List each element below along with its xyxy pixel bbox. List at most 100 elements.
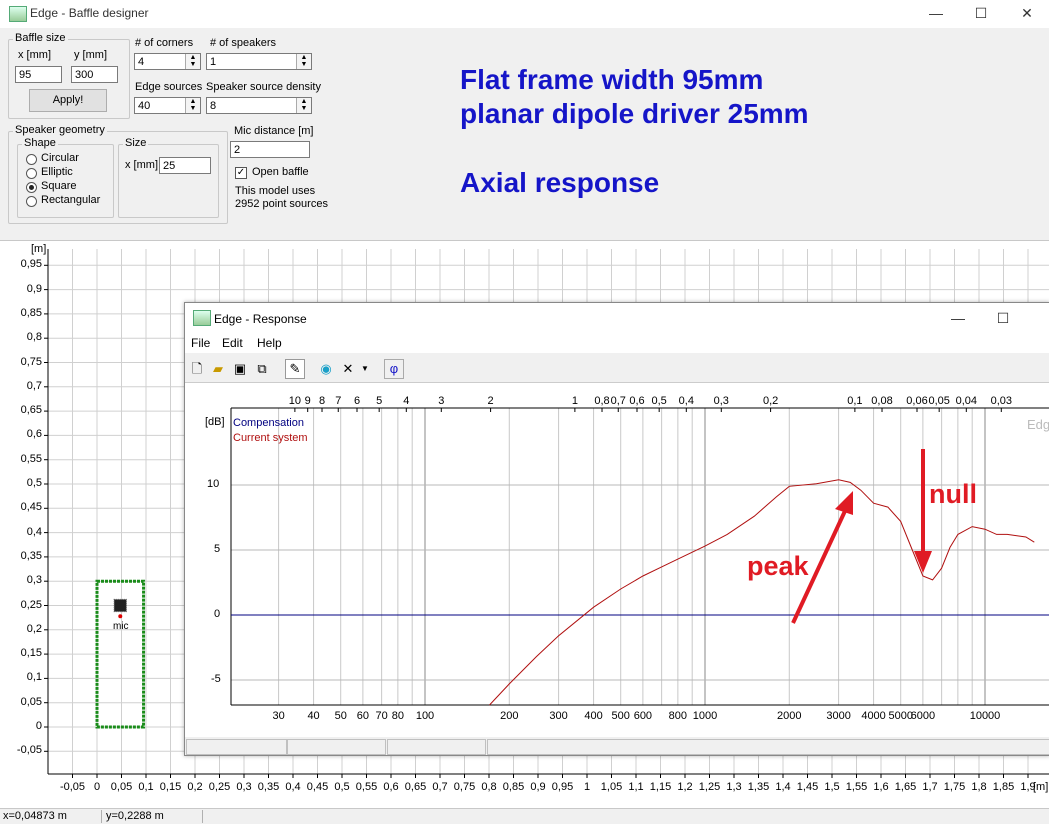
response-app-icon — [193, 310, 211, 326]
shape-radio-circular[interactable] — [26, 154, 37, 165]
x-tick-label: 0,5 — [334, 781, 350, 793]
wavelength-tick-label: 9 — [304, 395, 311, 407]
shape-elliptic-label: Elliptic — [41, 166, 73, 178]
freq-tick-label: 70 — [375, 710, 388, 722]
edge-sources-stepper[interactable]: ▲ ▼ — [185, 98, 200, 113]
wavelength-tick-label: 7 — [335, 395, 342, 407]
edge-sources-input[interactable]: 40 ▲ ▼ — [134, 97, 201, 114]
size-label: Size — [123, 137, 149, 149]
y-tick-label: 0,3 — [26, 574, 42, 587]
close-button[interactable]: ✕ — [1018, 4, 1036, 22]
baffle-x-input[interactable]: 95 — [15, 66, 62, 83]
corners-label: # of corners — [135, 37, 194, 49]
menu-edit[interactable]: Edit — [222, 336, 243, 350]
freq-tick-label: 100 — [415, 710, 435, 722]
mic-label: mic — [113, 621, 129, 632]
current-system-curve — [489, 479, 1035, 706]
apply-button[interactable]: Apply! — [29, 89, 107, 112]
shape-radio-rectangular[interactable] — [26, 196, 37, 207]
wavelength-tick-label: 1 — [571, 395, 578, 407]
globe-icon[interactable]: ◉ — [316, 359, 336, 379]
x-tick-label: 1,75 — [943, 781, 966, 793]
x-tick-label: 1,4 — [775, 781, 791, 793]
peak-annotation: peak — [747, 551, 809, 581]
freq-tick-label: 200 — [500, 710, 519, 722]
freq-tick-label: 5000 — [888, 710, 913, 722]
db-tick-label: 5 — [214, 543, 221, 555]
x-unit-label: [m] — [1033, 781, 1049, 793]
copy-icon[interactable]: ⧉ — [252, 359, 272, 379]
edge-watermark: Edg — [1027, 417, 1049, 432]
freq-tick-label: 60 — [356, 710, 369, 722]
x-tick-label: 1,1 — [628, 781, 644, 793]
x-tick-label: 0,05 — [110, 781, 133, 793]
y-tick-label: -0,05 — [16, 744, 42, 757]
open-baffle-checkbox[interactable]: ✓ — [235, 167, 247, 179]
shape-radio-square[interactable] — [26, 182, 37, 193]
legend-compensation: Compensation — [233, 417, 304, 429]
x-tick-label: 0,35 — [257, 781, 280, 793]
response-status-bar — [185, 737, 1049, 755]
baffle-y-label: y [mm] — [74, 49, 107, 61]
response-window[interactable]: Edge - Response — ☐ File Edit Help 🗋 ▰ ▣… — [184, 302, 1049, 756]
x-tick-label: 1,6 — [873, 781, 889, 793]
y-tick-label: 0,75 — [20, 355, 42, 368]
y-tick-label: 0,2 — [26, 622, 42, 635]
freq-tick-label: 80 — [391, 710, 404, 722]
open-folder-icon[interactable]: ▰ — [208, 359, 228, 379]
shape-radio-elliptic[interactable] — [26, 168, 37, 179]
x-tick-label: 0,6 — [383, 781, 399, 793]
delete-icon[interactable]: ✕ — [338, 359, 358, 379]
minimize-button[interactable]: — — [927, 4, 945, 22]
response-minimize-button[interactable]: — — [949, 309, 967, 327]
x-tick-label: 1,65 — [894, 781, 917, 793]
speakers-input[interactable]: 1 ▲ ▼ — [206, 53, 312, 70]
response-maximize-button[interactable]: ☐ — [994, 309, 1012, 327]
dropdown-icon[interactable]: ▼ — [358, 359, 372, 379]
speakers-stepper[interactable]: ▲ ▼ — [296, 54, 311, 69]
pen-icon[interactable]: ✎ — [285, 359, 305, 379]
app-icon — [9, 6, 27, 22]
corners-stepper[interactable]: ▲ ▼ — [185, 54, 200, 69]
baffle-y-input[interactable]: 300 — [71, 66, 118, 83]
annotation-axial: Axial response — [460, 167, 660, 198]
speaker-geometry-group: Speaker geometry Shape Circular Elliptic… — [8, 124, 228, 224]
phase-icon[interactable]: φ — [384, 359, 404, 379]
y-tick-label: 0,85 — [20, 306, 42, 319]
x-tick-label: 0 — [93, 781, 101, 793]
source-density-stepper[interactable]: ▲ ▼ — [296, 98, 311, 113]
wavelength-tick-label: 2 — [487, 395, 494, 407]
x-tick-label: 1,05 — [600, 781, 623, 793]
response-title: Edge - Response — [214, 312, 307, 326]
new-file-icon[interactable]: 🗋 — [187, 359, 207, 379]
y-tick-label: 0,05 — [20, 695, 42, 708]
mic-distance-input[interactable]: 2 — [230, 141, 310, 158]
x-tick-label: 0,3 — [236, 781, 252, 793]
save-icon[interactable]: ▣ — [230, 359, 250, 379]
peak-arrow-head — [835, 491, 853, 515]
shape-label: Shape — [22, 137, 58, 149]
size-x-input[interactable]: 25 — [159, 157, 211, 174]
x-tick-label: 0,4 — [285, 781, 301, 793]
db-tick-label: 0 — [214, 608, 221, 620]
speakers-value: 1 — [210, 56, 217, 68]
source-density-input[interactable]: 8 ▲ ▼ — [206, 97, 312, 114]
response-graph[interactable]: [dB] Compensation Current system Edg 30 4… — [185, 383, 1049, 737]
x-tick-label: -0,05 — [59, 781, 86, 793]
response-status-pane-2 — [287, 739, 386, 755]
freq-tick-label: 800 — [668, 710, 688, 722]
freq-tick-label: 4000 — [861, 710, 886, 722]
response-toolbar: 🗋 ▰ ▣ ⧉ ✎ ◉ ✕ ▼ φ — [185, 354, 1049, 383]
menu-file[interactable]: File — [191, 336, 210, 350]
annotation-driver: planar dipole driver 25mm — [460, 98, 809, 129]
wavelength-tick-label: 0,05 — [928, 395, 950, 407]
freq-tick-label: 300 — [549, 710, 568, 722]
y-tick-label: 0,1 — [26, 671, 42, 684]
menu-help[interactable]: Help — [257, 336, 282, 350]
maximize-button[interactable]: ☐ — [972, 4, 990, 22]
response-chart — [230, 407, 1049, 706]
model-info-line1: This model uses — [235, 185, 316, 197]
freq-tick-label: 2000 — [777, 710, 802, 722]
corners-input[interactable]: 4 ▲ ▼ — [134, 53, 201, 70]
wavelength-tick-label: 0,6 — [629, 395, 645, 407]
